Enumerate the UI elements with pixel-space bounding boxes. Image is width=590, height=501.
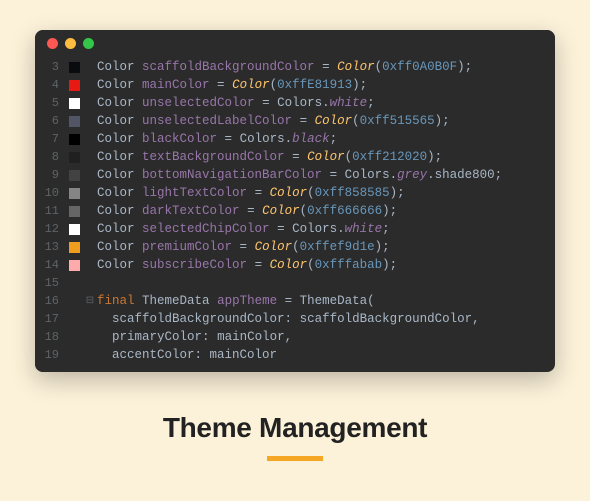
fold-indicator bbox=[83, 328, 97, 346]
color-swatch bbox=[65, 274, 83, 292]
code-line: Color darkTextColor = Color(0xff666666); bbox=[97, 202, 555, 220]
line-number: 5 bbox=[35, 94, 59, 112]
code-line: Color bottomNavigationBarColor = Colors.… bbox=[97, 166, 555, 184]
code-line: Color scaffoldBackgroundColor = Color(0x… bbox=[97, 58, 555, 76]
fold-indicator bbox=[83, 310, 97, 328]
code-line: Color subscribeColor = Color(0xfffabab); bbox=[97, 256, 555, 274]
fold-indicator bbox=[83, 76, 97, 94]
code-line: Color textBackgroundColor = Color(0xff21… bbox=[97, 148, 555, 166]
line-number: 19 bbox=[35, 346, 59, 364]
color-swatch bbox=[65, 202, 83, 220]
fold-indicator bbox=[83, 148, 97, 166]
fold-indicator bbox=[83, 202, 97, 220]
line-number: 11 bbox=[35, 202, 59, 220]
color-swatch bbox=[65, 166, 83, 184]
color-swatch bbox=[65, 256, 83, 274]
fold-indicator bbox=[83, 274, 97, 292]
fold-indicator bbox=[83, 166, 97, 184]
fold-indicator bbox=[83, 112, 97, 130]
fold-indicator bbox=[83, 58, 97, 76]
close-icon[interactable] bbox=[47, 38, 58, 49]
window-titlebar bbox=[35, 30, 555, 56]
fold-indicator bbox=[83, 94, 97, 112]
line-number: 3 bbox=[35, 58, 59, 76]
color-swatch bbox=[65, 328, 83, 346]
color-swatch bbox=[65, 112, 83, 130]
code-content: Color scaffoldBackgroundColor = Color(0x… bbox=[97, 56, 555, 372]
color-swatch bbox=[65, 130, 83, 148]
fold-indicator bbox=[83, 130, 97, 148]
code-line: Color premiumColor = Color(0xffef9d1e); bbox=[97, 238, 555, 256]
line-number: 15 bbox=[35, 274, 59, 292]
color-swatch bbox=[65, 148, 83, 166]
color-swatch bbox=[65, 94, 83, 112]
color-swatch bbox=[65, 238, 83, 256]
line-number: 12 bbox=[35, 220, 59, 238]
line-number: 7 bbox=[35, 130, 59, 148]
color-swatch bbox=[65, 184, 83, 202]
fold-indicator bbox=[83, 220, 97, 238]
code-line: Color unselectedColor = Colors.white; bbox=[97, 94, 555, 112]
fold-indicator bbox=[83, 184, 97, 202]
code-line: Color unselectedLabelColor = Color(0xff5… bbox=[97, 112, 555, 130]
color-swatch bbox=[65, 58, 83, 76]
code-line: final ThemeData appTheme = ThemeData( bbox=[97, 292, 555, 310]
line-number: 4 bbox=[35, 76, 59, 94]
fold-indicator: ⊟ bbox=[83, 292, 97, 310]
code-line: Color lightTextColor = Color(0xff858585)… bbox=[97, 184, 555, 202]
minimize-icon[interactable] bbox=[65, 38, 76, 49]
caption-title: Theme Management bbox=[163, 412, 427, 444]
fold-indicator bbox=[83, 238, 97, 256]
color-swatch bbox=[65, 346, 83, 364]
line-number: 13 bbox=[35, 238, 59, 256]
line-number: 8 bbox=[35, 148, 59, 166]
line-number: 6 bbox=[35, 112, 59, 130]
line-number-gutter: 345678910111213141516171819 bbox=[35, 56, 65, 372]
code-line: accentColor: mainColor bbox=[97, 346, 555, 364]
code-editor: 345678910111213141516171819 ⊟ Color scaf… bbox=[35, 30, 555, 372]
color-swatch bbox=[65, 292, 83, 310]
line-number: 18 bbox=[35, 328, 59, 346]
line-number: 9 bbox=[35, 166, 59, 184]
line-number: 16 bbox=[35, 292, 59, 310]
caption-underline bbox=[267, 456, 323, 461]
code-line: Color mainColor = Color(0xffE81913); bbox=[97, 76, 555, 94]
fold-indicator bbox=[83, 256, 97, 274]
color-swatch bbox=[65, 220, 83, 238]
fold-indicator bbox=[83, 346, 97, 364]
code-line: scaffoldBackgroundColor: scaffoldBackgro… bbox=[97, 310, 555, 328]
fold-gutter: ⊟ bbox=[83, 56, 97, 372]
line-number: 17 bbox=[35, 310, 59, 328]
code-line: Color blackColor = Colors.black; bbox=[97, 130, 555, 148]
code-line: Color selectedChipColor = Colors.white; bbox=[97, 220, 555, 238]
color-swatch bbox=[65, 310, 83, 328]
color-swatch bbox=[65, 76, 83, 94]
color-swatch-gutter bbox=[65, 56, 83, 372]
code-area: 345678910111213141516171819 ⊟ Color scaf… bbox=[35, 56, 555, 372]
line-number: 10 bbox=[35, 184, 59, 202]
code-line: primaryColor: mainColor, bbox=[97, 328, 555, 346]
maximize-icon[interactable] bbox=[83, 38, 94, 49]
caption: Theme Management bbox=[163, 412, 427, 461]
line-number: 14 bbox=[35, 256, 59, 274]
code-line bbox=[97, 274, 555, 292]
